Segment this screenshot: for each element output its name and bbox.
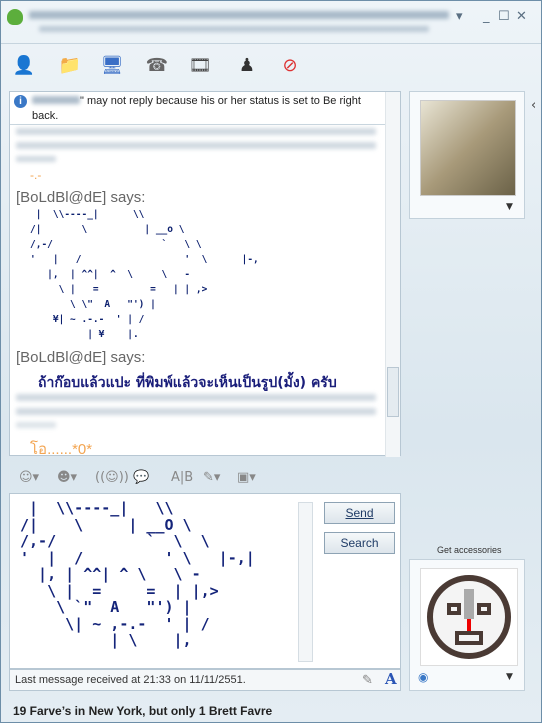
search-button[interactable]: Search bbox=[324, 532, 395, 554]
close-button[interactable]: ✕ bbox=[516, 9, 527, 24]
button-area: Send Search bbox=[313, 493, 401, 669]
sender-label: [BoLdBl@dE] says: bbox=[16, 189, 146, 206]
text-format-icon[interactable]: A bbox=[385, 670, 397, 688]
message-input[interactable]: | \\----_| \\ /| \ | __O \ /,-/ ` \ \ ' … bbox=[9, 493, 321, 669]
input-toolbar: ☺▾ ☻▾ ((☺)) 💬 A|B ✎▾ ▣▾ bbox=[9, 465, 401, 493]
my-picture-panel: ◉ ▼ bbox=[409, 559, 525, 691]
games-icon[interactable]: ♟ bbox=[234, 52, 260, 78]
status-bar: Last message received at 21:33 on 11/11/… bbox=[9, 669, 401, 691]
voice-clip-icon[interactable]: 💬 bbox=[133, 470, 149, 485]
my-display-picture[interactable] bbox=[420, 568, 518, 666]
personal-message: 19 Farve’s in New York, but only 1 Brett… bbox=[13, 704, 273, 718]
activities-icon[interactable]: 🎞 bbox=[187, 52, 213, 78]
font-icon[interactable]: A|B bbox=[171, 470, 193, 485]
toolbar: 👤 📁 🖥 ☎ 🎞 ♟ ⊘ bbox=[1, 43, 541, 85]
chat-message: โอ......*0* bbox=[30, 441, 93, 458]
add-contact-icon[interactable]: 👤 bbox=[11, 52, 37, 78]
voice-call-icon[interactable]: ☎ bbox=[144, 52, 170, 78]
collapse-panel-icon[interactable]: ‹ bbox=[531, 98, 536, 113]
messenger-window: ▾ _ ☐ ✕ 👤 📁 🖥 ☎ 🎞 ♟ ⊘ i " may not reply … bbox=[0, 0, 542, 723]
conversation-history: i " may not reply because his or her sta… bbox=[9, 91, 401, 458]
handwriting-icon[interactable]: ✎ bbox=[362, 672, 373, 688]
nudge-icon[interactable]: ((☺)) bbox=[95, 470, 129, 485]
wink-icon[interactable]: ☻▾ bbox=[57, 470, 77, 485]
last-message-status: Last message received at 21:33 on 11/11/… bbox=[15, 674, 246, 686]
input-scrollbar[interactable] bbox=[298, 502, 313, 662]
status-info-bar: i " may not reply because his or her sta… bbox=[10, 92, 387, 125]
status-notice: " may not reply because his or her statu… bbox=[32, 95, 361, 122]
ascii-art-message: | \\----_| \\ /| \ | __o \ /,-/ ` \ \ ' … bbox=[30, 209, 259, 340]
chat-message: -.- bbox=[30, 168, 42, 182]
contact-picture-panel: ▼ bbox=[409, 91, 525, 219]
share-folders-icon[interactable]: 📁 bbox=[57, 52, 83, 78]
chevron-down-icon[interactable]: ▼ bbox=[506, 202, 513, 212]
image-icon[interactable]: ▣▾ bbox=[237, 470, 256, 485]
messenger-icon bbox=[7, 9, 23, 25]
block-icon[interactable]: ⊘ bbox=[277, 52, 303, 78]
scroll-thumb[interactable] bbox=[387, 367, 399, 417]
get-accessories-link[interactable]: Get accessories bbox=[437, 545, 502, 555]
minimize-button[interactable]: _ bbox=[483, 9, 490, 24]
video-call-icon[interactable]: 🖥 bbox=[99, 52, 125, 78]
options-button[interactable]: ▾ bbox=[456, 9, 463, 24]
history-scrollbar[interactable] bbox=[385, 92, 400, 457]
emoticon-icon[interactable]: ☺▾ bbox=[19, 470, 39, 485]
chevron-down-icon[interactable]: ▼ bbox=[506, 672, 513, 682]
maximize-button[interactable]: ☐ bbox=[498, 9, 510, 24]
input-text[interactable]: | \\----_| \\ /| \ | __O \ /,-/ ` \ \ ' … bbox=[20, 500, 255, 649]
background-icon[interactable]: ✎▾ bbox=[203, 470, 220, 485]
contact-display-picture[interactable] bbox=[420, 100, 516, 196]
chat-message: ถ้าก๊อบแล้วแปะ ที่พิมพ์แล้วจะเห็นเป็นรูป… bbox=[38, 375, 337, 391]
title-bar: ▾ _ ☐ ✕ bbox=[1, 1, 541, 41]
send-button[interactable]: Send bbox=[324, 502, 395, 524]
info-icon: i bbox=[14, 95, 27, 108]
sender-label: [BoLdBl@dE] says: bbox=[16, 349, 146, 366]
webcam-icon[interactable]: ◉ bbox=[418, 670, 428, 684]
